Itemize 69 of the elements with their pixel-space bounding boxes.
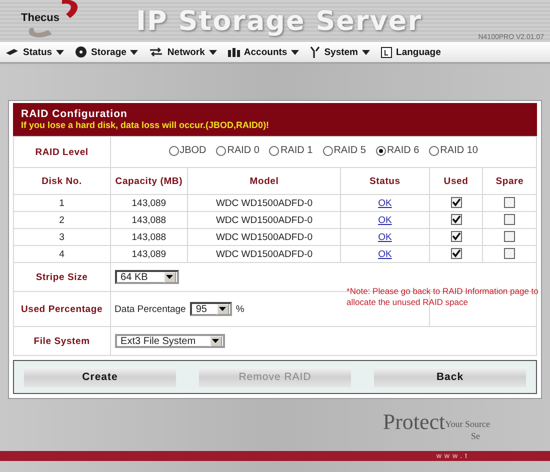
- table-cell: WDC WD1500ADFD-0: [188, 246, 341, 262]
- raid-level-radio[interactable]: RAID 1: [269, 145, 313, 156]
- table-cell: 143,088: [110, 212, 188, 228]
- menu-item[interactable]: Language: [379, 46, 443, 58]
- drive-icon: [5, 47, 19, 57]
- note-text: *Note: Please go back to RAID Information page to allocate the unused RAID space: [346, 286, 539, 307]
- column-header: Model: [188, 168, 341, 194]
- menu-item[interactable]: Status: [3, 46, 66, 58]
- language-icon: [381, 46, 392, 58]
- column-header: Disk No.: [14, 168, 110, 194]
- warning-text: If you lose a hard disk, data loss will occur.(JBOD,RAID0)!: [21, 120, 270, 130]
- banner-title: IP Storage Server: [136, 6, 422, 36]
- spare-checkbox[interactable]: [504, 197, 516, 208]
- disc-icon: [75, 46, 88, 58]
- spare-checkbox[interactable]: [504, 231, 516, 242]
- arrows-icon: [149, 47, 164, 57]
- table-cell: 2: [14, 212, 110, 228]
- slogan-subtext: Your Source: [445, 419, 490, 429]
- status-link[interactable]: OK: [378, 214, 392, 226]
- unit-text: %: [236, 304, 244, 314]
- panel-title: RAID Configuration: [21, 108, 128, 120]
- used-checkbox[interactable]: [450, 231, 462, 242]
- row-label: Used Percentage: [14, 292, 110, 326]
- row-label: File System: [14, 326, 110, 356]
- column-header: Capacity (MB): [110, 168, 188, 194]
- table-cell: WDC WD1500ADFD-0: [188, 194, 341, 212]
- status-link[interactable]: OK: [378, 198, 392, 208]
- dropdown-arrow-icon: [219, 307, 226, 311]
- spare-checkbox[interactable]: [504, 248, 516, 260]
- table-cell: 4: [14, 246, 110, 262]
- file-system-select[interactable]: Ext3 File System: [114, 334, 225, 348]
- table-cell: WDC WD1500ADFD-0: [188, 228, 341, 246]
- stripe-size-select[interactable]: 64 KB: [114, 270, 179, 284]
- table-cell: 143,089: [110, 246, 188, 262]
- table-cell: 1: [14, 194, 110, 212]
- column-header: Spare: [482, 168, 536, 194]
- used-checkbox[interactable]: [450, 214, 462, 226]
- status-link[interactable]: OK: [378, 232, 392, 242]
- spare-checkbox[interactable]: [504, 214, 516, 226]
- table-cell: 143,088: [110, 228, 188, 246]
- menu-item[interactable]: Network: [147, 46, 219, 58]
- table-cell: WDC WD1500ADFD-0: [188, 212, 341, 228]
- column-header: Status: [340, 168, 430, 194]
- slogan-text-partial: Se: [471, 431, 480, 441]
- raid-level-radio[interactable]: RAID 5: [322, 145, 366, 156]
- row-label: RAID Level: [14, 136, 110, 168]
- action-button[interactable]: Create: [24, 367, 176, 387]
- raid-level-radio[interactable]: JBOD: [168, 145, 206, 156]
- table-cell: 143,089: [110, 194, 188, 212]
- wrench-icon: [310, 46, 320, 58]
- slogan-text: Protect: [382, 409, 446, 435]
- percentage-select[interactable]: 95: [190, 302, 232, 316]
- action-button[interactable]: Back: [374, 367, 526, 387]
- raid-level-radio[interactable]: RAID 0: [216, 145, 260, 156]
- field-label: Data Percentage: [114, 304, 186, 314]
- column-header: Used: [429, 168, 483, 194]
- used-checkbox[interactable]: [450, 197, 462, 208]
- raid-level-radio[interactable]: RAID 10: [429, 145, 478, 156]
- menu-item[interactable]: Storage: [73, 46, 140, 58]
- logo-text: Thecus: [21, 12, 60, 24]
- status-link[interactable]: OK: [378, 248, 392, 260]
- menu-item[interactable]: System: [308, 46, 372, 58]
- dropdown-arrow-icon: [166, 275, 174, 279]
- row-label: Stripe Size: [14, 262, 110, 292]
- dropdown-arrow-icon: [212, 339, 220, 343]
- used-checkbox[interactable]: [450, 248, 462, 260]
- raid-level-radio[interactable]: RAID 6: [376, 145, 420, 156]
- menu-item[interactable]: Accounts: [226, 46, 302, 58]
- table-cell: 3: [14, 228, 110, 246]
